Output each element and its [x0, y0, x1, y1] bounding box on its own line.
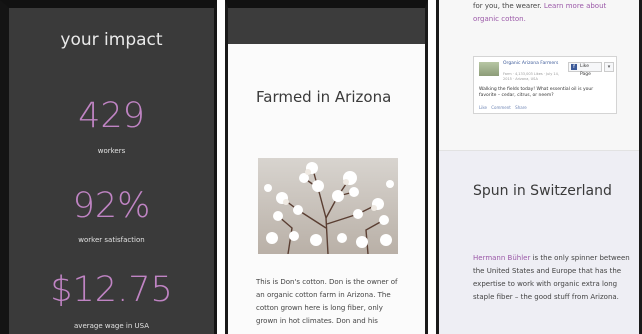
switzerland-panel: for you, the wearer. Learn more about or…: [436, 0, 642, 334]
arizona-panel: Farmed in Arizona This is Don's cotton. …: [225, 0, 428, 334]
arizona-body: This is Don's cotton. Don is the owner o…: [256, 278, 398, 325]
arizona-heading: Farmed in Arizona: [256, 88, 392, 106]
cotton-photo: [258, 158, 398, 254]
fb-page-name[interactable]: Organic Arizona Farmers: [503, 61, 563, 67]
section-divider: [439, 150, 639, 151]
impact-panel: your impact 429 workers 92% worker satis…: [0, 0, 217, 334]
facebook-icon: f: [571, 64, 577, 70]
fb-post-text: Walking the fields today! What essential…: [479, 87, 594, 98]
fb-like-link[interactable]: Like: [479, 105, 487, 110]
facebook-page-widget: Organic Arizona Farmers Farm · 4,133,003…: [473, 56, 617, 114]
fb-post-actions: Like Comment Share: [479, 105, 530, 110]
chevron-down-icon[interactable]: ▾: [604, 62, 614, 72]
stat-wage-value: $12.75: [50, 270, 173, 310]
stat-satisfaction-label: worker satisfaction: [78, 236, 145, 244]
fb-page-meta: Farm · 4,133,003 Likes · July 14, 2015 ·…: [503, 72, 559, 81]
stat-satisfaction-value: 92%: [72, 186, 151, 226]
lead-text: for you, the wearer.: [473, 2, 542, 10]
lead-paragraph: for you, the wearer. Learn more about or…: [473, 0, 633, 26]
stat-workers-value: 429: [78, 96, 145, 136]
switzerland-heading: Spun in Switzerland: [473, 183, 612, 199]
top-bar: [228, 8, 425, 44]
like-page-label: Like Page: [580, 64, 591, 77]
lower-section-bg: [439, 150, 639, 334]
switzerland-body: Hermann Bühler is the only spinner betwe…: [473, 252, 633, 304]
fb-share-link[interactable]: Share: [515, 105, 527, 110]
page-thumbnail[interactable]: [479, 62, 499, 76]
spinner-name-link[interactable]: Hermann Bühler: [473, 254, 530, 262]
fb-comment-link[interactable]: Comment: [491, 105, 511, 110]
impact-title: your impact: [60, 30, 163, 50]
stat-workers-label: workers: [97, 147, 126, 155]
like-page-button[interactable]: f Like Page: [568, 62, 602, 77]
stat-wage-label: average wage in USA: [74, 322, 149, 330]
